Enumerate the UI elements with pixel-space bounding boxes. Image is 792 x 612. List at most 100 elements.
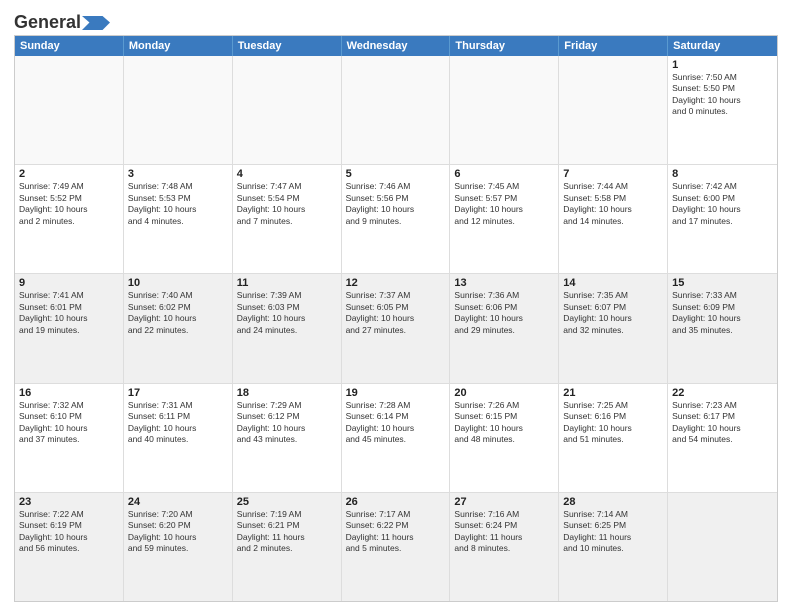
header-day-thursday: Thursday — [450, 36, 559, 56]
cell-info: Sunrise: 7:47 AM Sunset: 5:54 PM Dayligh… — [237, 181, 337, 227]
day-number: 26 — [346, 496, 446, 508]
cal-cell-r1-c0: 2Sunrise: 7:49 AM Sunset: 5:52 PM Daylig… — [15, 165, 124, 273]
calendar-row-4: 23Sunrise: 7:22 AM Sunset: 6:19 PM Dayli… — [15, 492, 777, 601]
cell-info: Sunrise: 7:20 AM Sunset: 6:20 PM Dayligh… — [128, 509, 228, 555]
cell-info: Sunrise: 7:45 AM Sunset: 5:57 PM Dayligh… — [454, 181, 554, 227]
cell-info: Sunrise: 7:32 AM Sunset: 6:10 PM Dayligh… — [19, 400, 119, 446]
cal-cell-r4-c1: 24Sunrise: 7:20 AM Sunset: 6:20 PM Dayli… — [124, 493, 233, 601]
cell-info: Sunrise: 7:41 AM Sunset: 6:01 PM Dayligh… — [19, 290, 119, 336]
logo-text: General — [14, 12, 110, 33]
cal-cell-r2-c0: 9Sunrise: 7:41 AM Sunset: 6:01 PM Daylig… — [15, 274, 124, 382]
day-number: 13 — [454, 277, 554, 289]
cell-info: Sunrise: 7:23 AM Sunset: 6:17 PM Dayligh… — [672, 400, 773, 446]
day-number: 17 — [128, 387, 228, 399]
cal-cell-r0-c4 — [450, 56, 559, 164]
cal-cell-r0-c3 — [342, 56, 451, 164]
cal-cell-r3-c0: 16Sunrise: 7:32 AM Sunset: 6:10 PM Dayli… — [15, 384, 124, 492]
cal-cell-r0-c0 — [15, 56, 124, 164]
cell-info: Sunrise: 7:33 AM Sunset: 6:09 PM Dayligh… — [672, 290, 773, 336]
cal-cell-r3-c3: 19Sunrise: 7:28 AM Sunset: 6:14 PM Dayli… — [342, 384, 451, 492]
day-number: 11 — [237, 277, 337, 289]
header-day-friday: Friday — [559, 36, 668, 56]
cal-cell-r1-c2: 4Sunrise: 7:47 AM Sunset: 5:54 PM Daylig… — [233, 165, 342, 273]
cal-cell-r1-c1: 3Sunrise: 7:48 AM Sunset: 5:53 PM Daylig… — [124, 165, 233, 273]
day-number: 23 — [19, 496, 119, 508]
day-number: 28 — [563, 496, 663, 508]
day-number: 5 — [346, 168, 446, 180]
day-number: 25 — [237, 496, 337, 508]
day-number: 27 — [454, 496, 554, 508]
cell-info: Sunrise: 7:35 AM Sunset: 6:07 PM Dayligh… — [563, 290, 663, 336]
cal-cell-r4-c2: 25Sunrise: 7:19 AM Sunset: 6:21 PM Dayli… — [233, 493, 342, 601]
cell-info: Sunrise: 7:19 AM Sunset: 6:21 PM Dayligh… — [237, 509, 337, 555]
cell-info: Sunrise: 7:26 AM Sunset: 6:15 PM Dayligh… — [454, 400, 554, 446]
logo-icon — [82, 16, 110, 30]
day-number: 18 — [237, 387, 337, 399]
header-day-tuesday: Tuesday — [233, 36, 342, 56]
cal-cell-r2-c5: 14Sunrise: 7:35 AM Sunset: 6:07 PM Dayli… — [559, 274, 668, 382]
header: General — [14, 12, 778, 29]
header-day-sunday: Sunday — [15, 36, 124, 56]
day-number: 22 — [672, 387, 773, 399]
cal-cell-r4-c5: 28Sunrise: 7:14 AM Sunset: 6:25 PM Dayli… — [559, 493, 668, 601]
calendar-header: SundayMondayTuesdayWednesdayThursdayFrid… — [15, 36, 777, 56]
cell-info: Sunrise: 7:31 AM Sunset: 6:11 PM Dayligh… — [128, 400, 228, 446]
cell-info: Sunrise: 7:16 AM Sunset: 6:24 PM Dayligh… — [454, 509, 554, 555]
day-number: 8 — [672, 168, 773, 180]
day-number: 3 — [128, 168, 228, 180]
cal-cell-r1-c5: 7Sunrise: 7:44 AM Sunset: 5:58 PM Daylig… — [559, 165, 668, 273]
day-number: 21 — [563, 387, 663, 399]
cell-info: Sunrise: 7:14 AM Sunset: 6:25 PM Dayligh… — [563, 509, 663, 555]
cal-cell-r3-c2: 18Sunrise: 7:29 AM Sunset: 6:12 PM Dayli… — [233, 384, 342, 492]
day-number: 24 — [128, 496, 228, 508]
cell-info: Sunrise: 7:50 AM Sunset: 5:50 PM Dayligh… — [672, 72, 773, 118]
cal-cell-r2-c3: 12Sunrise: 7:37 AM Sunset: 6:05 PM Dayli… — [342, 274, 451, 382]
cell-info: Sunrise: 7:29 AM Sunset: 6:12 PM Dayligh… — [237, 400, 337, 446]
cal-cell-r3-c4: 20Sunrise: 7:26 AM Sunset: 6:15 PM Dayli… — [450, 384, 559, 492]
cal-cell-r4-c0: 23Sunrise: 7:22 AM Sunset: 6:19 PM Dayli… — [15, 493, 124, 601]
day-number: 9 — [19, 277, 119, 289]
cell-info: Sunrise: 7:42 AM Sunset: 6:00 PM Dayligh… — [672, 181, 773, 227]
cal-cell-r0-c1 — [124, 56, 233, 164]
cal-cell-r2-c4: 13Sunrise: 7:36 AM Sunset: 6:06 PM Dayli… — [450, 274, 559, 382]
day-number: 10 — [128, 277, 228, 289]
header-day-saturday: Saturday — [668, 36, 777, 56]
cell-info: Sunrise: 7:25 AM Sunset: 6:16 PM Dayligh… — [563, 400, 663, 446]
calendar-row-0: 1Sunrise: 7:50 AM Sunset: 5:50 PM Daylig… — [15, 56, 777, 164]
cal-cell-r1-c3: 5Sunrise: 7:46 AM Sunset: 5:56 PM Daylig… — [342, 165, 451, 273]
cell-info: Sunrise: 7:40 AM Sunset: 6:02 PM Dayligh… — [128, 290, 228, 336]
cell-info: Sunrise: 7:37 AM Sunset: 6:05 PM Dayligh… — [346, 290, 446, 336]
day-number: 2 — [19, 168, 119, 180]
day-number: 12 — [346, 277, 446, 289]
cal-cell-r1-c4: 6Sunrise: 7:45 AM Sunset: 5:57 PM Daylig… — [450, 165, 559, 273]
cal-cell-r1-c6: 8Sunrise: 7:42 AM Sunset: 6:00 PM Daylig… — [668, 165, 777, 273]
calendar-row-1: 2Sunrise: 7:49 AM Sunset: 5:52 PM Daylig… — [15, 164, 777, 273]
cal-cell-r3-c6: 22Sunrise: 7:23 AM Sunset: 6:17 PM Dayli… — [668, 384, 777, 492]
calendar-row-2: 9Sunrise: 7:41 AM Sunset: 6:01 PM Daylig… — [15, 273, 777, 382]
cal-cell-r3-c5: 21Sunrise: 7:25 AM Sunset: 6:16 PM Dayli… — [559, 384, 668, 492]
day-number: 19 — [346, 387, 446, 399]
cell-info: Sunrise: 7:49 AM Sunset: 5:52 PM Dayligh… — [19, 181, 119, 227]
day-number: 14 — [563, 277, 663, 289]
calendar: SundayMondayTuesdayWednesdayThursdayFrid… — [14, 35, 778, 602]
day-number: 15 — [672, 277, 773, 289]
cal-cell-r4-c6 — [668, 493, 777, 601]
cell-info: Sunrise: 7:36 AM Sunset: 6:06 PM Dayligh… — [454, 290, 554, 336]
cell-info: Sunrise: 7:39 AM Sunset: 6:03 PM Dayligh… — [237, 290, 337, 336]
day-number: 7 — [563, 168, 663, 180]
cal-cell-r4-c4: 27Sunrise: 7:16 AM Sunset: 6:24 PM Dayli… — [450, 493, 559, 601]
day-number: 1 — [672, 59, 773, 71]
cal-cell-r0-c2 — [233, 56, 342, 164]
day-number: 20 — [454, 387, 554, 399]
cal-cell-r0-c6: 1Sunrise: 7:50 AM Sunset: 5:50 PM Daylig… — [668, 56, 777, 164]
calendar-row-3: 16Sunrise: 7:32 AM Sunset: 6:10 PM Dayli… — [15, 383, 777, 492]
day-number: 6 — [454, 168, 554, 180]
cell-info: Sunrise: 7:28 AM Sunset: 6:14 PM Dayligh… — [346, 400, 446, 446]
cal-cell-r2-c6: 15Sunrise: 7:33 AM Sunset: 6:09 PM Dayli… — [668, 274, 777, 382]
header-day-monday: Monday — [124, 36, 233, 56]
cal-cell-r3-c1: 17Sunrise: 7:31 AM Sunset: 6:11 PM Dayli… — [124, 384, 233, 492]
cal-cell-r0-c5 — [559, 56, 668, 164]
header-day-wednesday: Wednesday — [342, 36, 451, 56]
cell-info: Sunrise: 7:46 AM Sunset: 5:56 PM Dayligh… — [346, 181, 446, 227]
cell-info: Sunrise: 7:17 AM Sunset: 6:22 PM Dayligh… — [346, 509, 446, 555]
